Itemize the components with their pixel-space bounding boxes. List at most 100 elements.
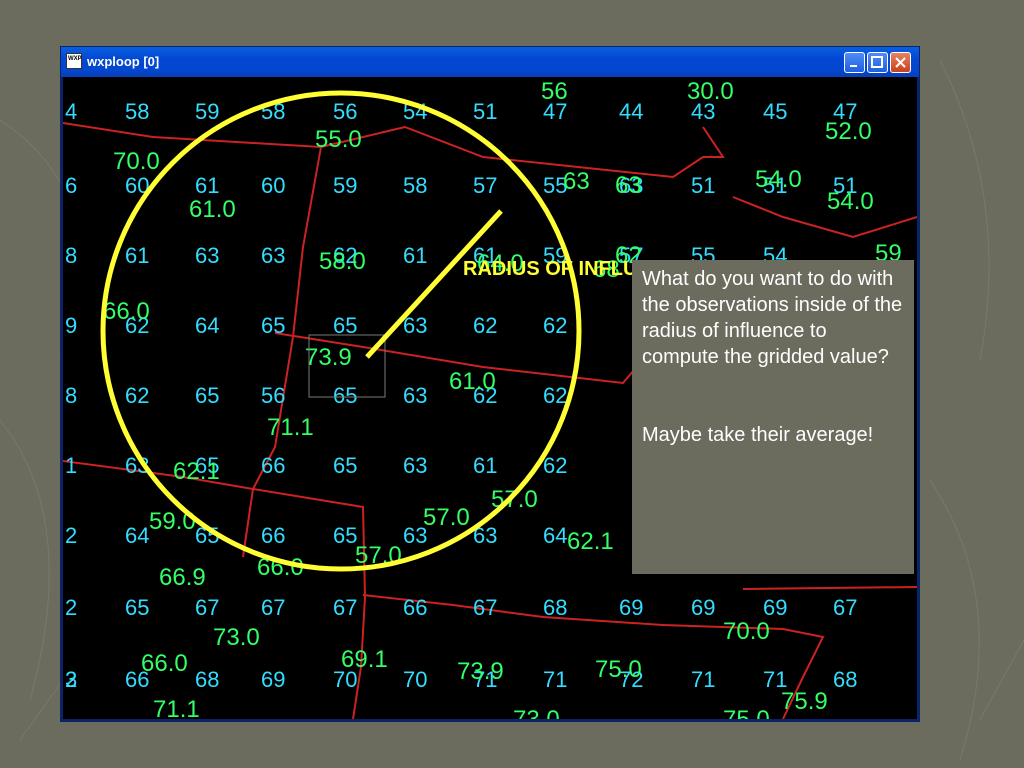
grid-value: 69 <box>691 595 715 620</box>
observation-value: 75.0 <box>723 706 770 719</box>
observation-value: 30.0 <box>687 78 734 105</box>
observation-value: 75.9 <box>781 688 828 715</box>
observation-value: 66.0 <box>103 298 150 325</box>
observation-value: 63 <box>615 172 642 199</box>
grid-value: 63 <box>403 453 427 478</box>
grid-value: 65 <box>333 313 357 338</box>
observation-value: 54.0 <box>755 166 802 193</box>
observation-value: 69.1 <box>341 646 388 673</box>
grid-value: 67 <box>473 595 497 620</box>
observation-value: 52.0 <box>825 118 872 145</box>
boundary-line <box>320 125 725 179</box>
grid-value: 64 <box>543 523 567 548</box>
window-title: wxploop [0] <box>87 54 160 69</box>
observation-value: 71.1 <box>153 696 200 719</box>
observation-value: 62.1 <box>567 528 614 555</box>
grid-value-edge: 2 <box>65 523 77 548</box>
observation-value: 70.0 <box>723 618 770 645</box>
callout-question: What do you want to do with the observat… <box>642 268 903 368</box>
grid-value: 62 <box>125 383 149 408</box>
grid-value-edge: 8 <box>65 243 77 268</box>
grid-value-edge: 9 <box>65 313 77 338</box>
minimize-icon <box>850 65 857 67</box>
wxp-icon[interactable]: WXP <box>66 53 82 69</box>
grid-value: 56 <box>333 99 357 124</box>
observation-value: 54.0 <box>827 188 874 215</box>
grid-value-edge: 8 <box>65 383 77 408</box>
boundary-line <box>732 196 917 239</box>
grid-value: 65 <box>333 523 357 548</box>
grid-value-edge: 3 <box>65 667 77 692</box>
boundary-line <box>742 586 917 590</box>
grid-value: 59 <box>195 99 219 124</box>
grid-value: 67 <box>333 595 357 620</box>
wxp-icon-text: WXP <box>68 56 82 62</box>
grid-value: 69 <box>619 595 643 620</box>
observation-value: 70.0 <box>113 148 160 175</box>
grid-value: 62 <box>473 313 497 338</box>
grid-value: 51 <box>473 99 497 124</box>
grid-value-edge: 1 <box>65 453 77 478</box>
observation-value: 71.1 <box>267 414 314 441</box>
boundary-line <box>362 594 825 719</box>
observation-value: 73.0 <box>513 706 560 719</box>
observation-value: 73.0 <box>213 624 260 651</box>
observation-value: 73.9 <box>457 658 504 685</box>
grid-value: 61 <box>473 453 497 478</box>
grid-value: 64 <box>125 523 149 548</box>
close-button[interactable] <box>890 52 911 73</box>
observation-value: 66.9 <box>159 564 206 591</box>
grid-value: 67 <box>833 595 857 620</box>
observation-value: 55.0 <box>315 126 362 153</box>
grid-value: 56 <box>261 383 285 408</box>
observation-value: 73.9 <box>305 344 352 371</box>
grid-value: 63 <box>261 243 285 268</box>
grid-value: 58 <box>125 99 149 124</box>
grid-value: 61 <box>195 173 219 198</box>
observation-value: 75.0 <box>595 656 642 683</box>
observation-value: 61.0 <box>449 368 496 395</box>
grid-value-edge: 2 <box>65 595 77 620</box>
grid-value: 59 <box>333 173 357 198</box>
observation-value: 61.0 <box>189 196 236 223</box>
grid-value-edge: 4 <box>65 99 77 124</box>
grid-value: 60 <box>261 173 285 198</box>
grid-value: 69 <box>261 667 285 692</box>
grid-value: 63 <box>195 243 219 268</box>
grid-value-edge: 6 <box>65 173 77 198</box>
grid-value: 51 <box>691 173 715 198</box>
grid-value: 65 <box>195 383 219 408</box>
grid-value: 61 <box>125 243 149 268</box>
grid-value: 70 <box>403 667 427 692</box>
maximize-icon <box>871 56 883 68</box>
grid-value: 69 <box>763 595 787 620</box>
grid-value: 66 <box>261 453 285 478</box>
grid-value: 68 <box>195 667 219 692</box>
grid-value: 45 <box>763 99 787 124</box>
observation-value: 56 <box>541 78 568 105</box>
observation-value: 62.1 <box>173 458 220 485</box>
grid-value: 65 <box>261 313 285 338</box>
grid-value: 62 <box>543 453 567 478</box>
grid-value: 68 <box>833 667 857 692</box>
title-bar[interactable]: WXP wxploop [0] <box>61 47 919 77</box>
grid-value: 65 <box>125 595 149 620</box>
maximize-button[interactable] <box>867 52 888 73</box>
observation-value: 63 <box>563 168 590 195</box>
grid-value: 58 <box>403 173 427 198</box>
grid-value: 67 <box>195 595 219 620</box>
grid-value: 44 <box>619 99 643 124</box>
minimize-button[interactable] <box>844 52 865 73</box>
observation-value: 66.0 <box>141 650 188 677</box>
grid-value: 66 <box>403 595 427 620</box>
grid-value: 68 <box>543 595 567 620</box>
grid-value: 65 <box>333 383 357 408</box>
grid-value: 71 <box>543 667 567 692</box>
grid-value: 63 <box>403 383 427 408</box>
grid-value: 67 <box>261 595 285 620</box>
grid-value: 57 <box>473 173 497 198</box>
callout-answer: Maybe take their average! <box>642 424 874 446</box>
observation-value: 58.0 <box>319 248 366 275</box>
callout-box: What do you want to do with the observat… <box>632 260 914 574</box>
grid-value: 66 <box>261 523 285 548</box>
